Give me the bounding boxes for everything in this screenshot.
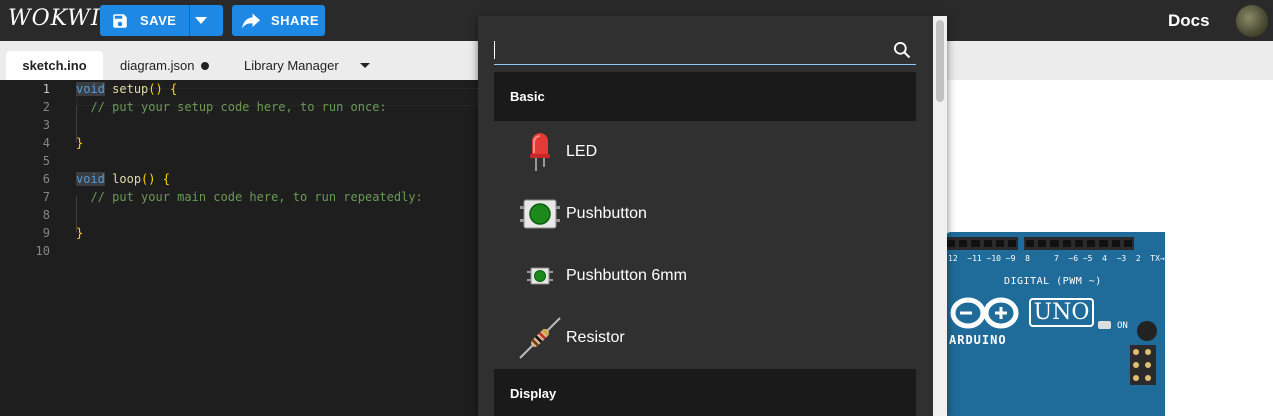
function-name: loop (112, 172, 142, 186)
line-number: 3 (42, 118, 50, 132)
tab-sketch-ino[interactable]: sketch.ino (6, 51, 103, 80)
digital-label: DIGITAL (PWM ~) (1004, 276, 1102, 287)
keyword: void (76, 82, 105, 96)
save-icon (113, 13, 127, 28)
save-button-group: SAVE (100, 5, 223, 36)
user-avatar[interactable] (1236, 5, 1268, 37)
part-label: LED (566, 143, 598, 160)
share-button[interactable]: SHARE (232, 5, 325, 36)
save-options-button[interactable] (189, 5, 223, 36)
tabs-menu-button[interactable] (360, 51, 374, 80)
text-caret (494, 41, 495, 59)
part-item-resistor[interactable]: Resistor (494, 307, 916, 369)
editor-tabs: sketch.ino diagram.json Library Manager (0, 41, 478, 80)
icsp-header (1130, 345, 1156, 385)
line-number: 9 (42, 226, 50, 240)
wokwi-logo[interactable]: WOKWI (8, 6, 101, 31)
line-number: 2 (42, 100, 50, 114)
tab-diagram-json[interactable]: diagram.json (120, 51, 210, 80)
code-line[interactable]: void setup() { (76, 80, 177, 98)
pushbutton-icon (510, 183, 570, 245)
docs-link[interactable]: Docs (1168, 11, 1210, 31)
code-punct: () { (141, 172, 170, 186)
chevron-down-icon (360, 62, 370, 68)
line-number: 7 (42, 190, 50, 204)
code-editor[interactable]: 1 void setup() { 2 // put your setup cod… (0, 80, 478, 416)
pin-header (1024, 237, 1134, 250)
code-line[interactable]: } (76, 224, 83, 242)
tab-library-manager[interactable]: Library Manager (244, 51, 339, 80)
function-name: setup (112, 82, 149, 96)
arduino-logo-icon (950, 297, 1019, 329)
wokwi-app: WOKWI SAVE SHARE Docs sketch.ino diagram… (0, 0, 1273, 416)
reset-button[interactable] (1137, 321, 1157, 341)
line-number: 1 (42, 82, 50, 96)
unsaved-indicator (201, 61, 210, 70)
code-comment[interactable]: // put your main code here, to run repea… (76, 188, 422, 206)
line-number: 4 (42, 136, 50, 150)
code-line[interactable]: } (76, 134, 83, 152)
code-punct: () { (148, 82, 178, 96)
line-number: 10 (35, 244, 50, 258)
part-item-led[interactable]: LED (494, 121, 916, 183)
section-basic: Basic (494, 72, 916, 121)
code-line[interactable]: void loop() { (76, 170, 170, 188)
part-label: Resistor (566, 329, 625, 346)
share-label: SHARE (271, 13, 320, 28)
keyword: void (76, 172, 105, 186)
save-button[interactable]: SAVE (100, 5, 189, 36)
part-item-pushbutton[interactable]: Pushbutton (494, 183, 916, 245)
pushbutton-6mm-icon (510, 245, 570, 307)
chevron-down-icon (195, 16, 207, 24)
line-number: 8 (42, 208, 50, 222)
part-label: Pushbutton 6mm (566, 267, 687, 284)
part-item-pushbutton-6mm[interactable]: Pushbutton 6mm (494, 245, 916, 307)
uno-label: UNO (1029, 298, 1094, 327)
pin-header (945, 237, 1018, 250)
on-label: ON (1117, 321, 1128, 331)
picker-scrollbar[interactable] (933, 16, 947, 416)
share-icon (242, 13, 260, 28)
line-number: 6 (42, 172, 50, 186)
section-display: Display (494, 369, 916, 416)
save-label: SAVE (140, 13, 177, 28)
resistor-icon (510, 307, 570, 369)
add-part-dropdown: Basic LED Pushbutton Pushbutton 6mm Resi… (478, 16, 947, 416)
line-number: 5 (42, 154, 50, 168)
code-comment[interactable]: // put your setup code here, to run once… (76, 98, 386, 116)
search-input[interactable] (494, 36, 884, 64)
pin-labels: 12 ~11 ~10 ~9 8 7 ~6 ~5 4 ~3 2 TX→1 RX←0 (948, 254, 1194, 263)
part-label: Pushbutton (566, 205, 647, 222)
search-icon[interactable] (892, 40, 912, 60)
led-icon (510, 121, 570, 183)
tab-label: diagram.json (120, 58, 195, 73)
arduino-brand: ARDUINO (949, 333, 1007, 347)
scrollbar-thumb[interactable] (936, 20, 944, 102)
part-search (494, 36, 916, 65)
power-led (1098, 321, 1111, 329)
